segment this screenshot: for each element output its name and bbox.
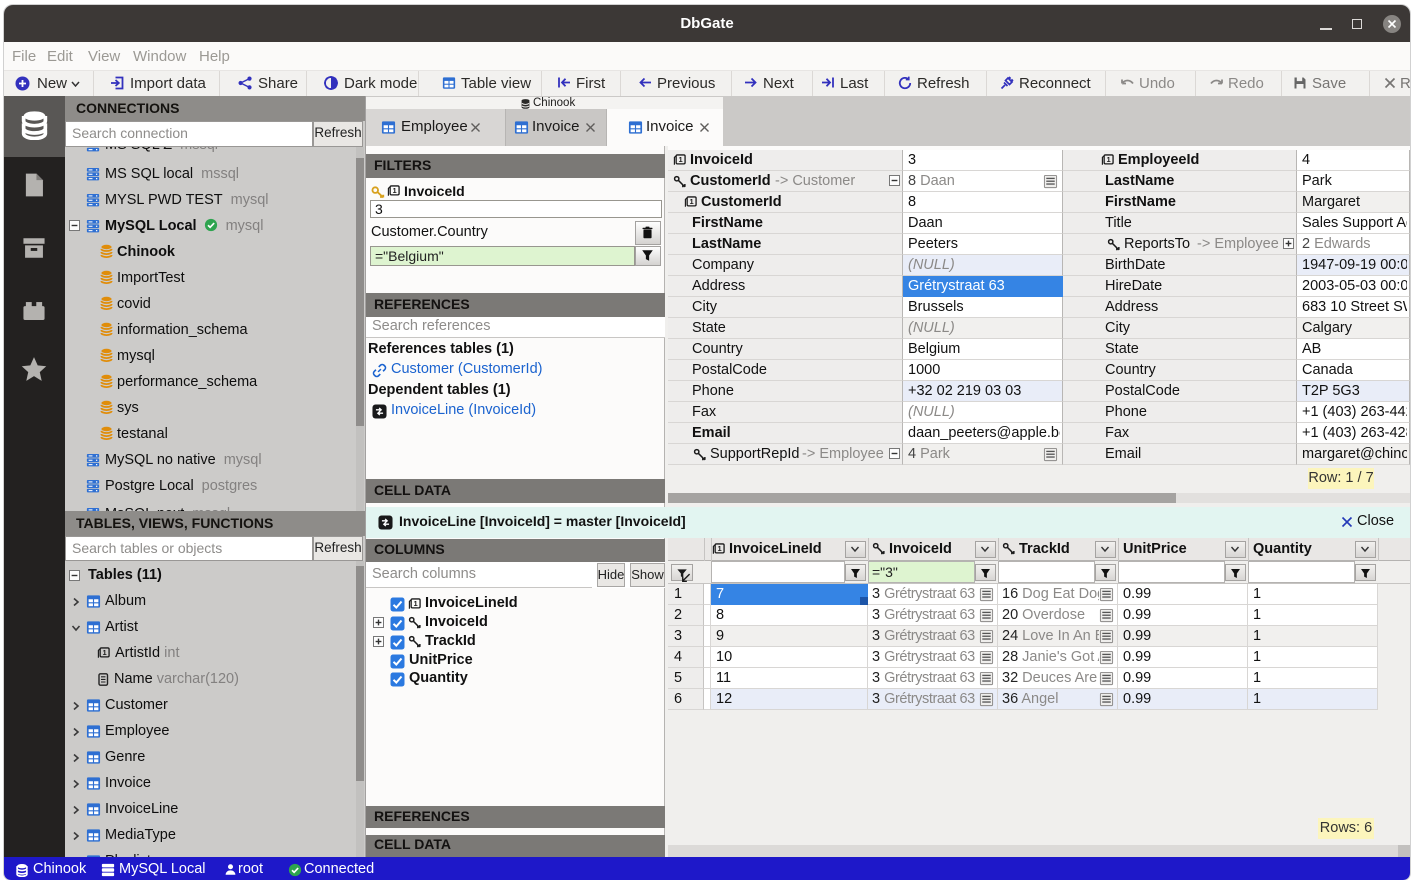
svg-text:1: 1 xyxy=(718,544,722,553)
svg-text:1: 1 xyxy=(103,648,107,657)
svg-text:1: 1 xyxy=(679,155,683,164)
svg-text:1: 1 xyxy=(690,197,694,206)
svg-text:1: 1 xyxy=(1107,155,1111,164)
svg-text:1: 1 xyxy=(393,186,397,195)
svg-text:1: 1 xyxy=(414,599,418,608)
